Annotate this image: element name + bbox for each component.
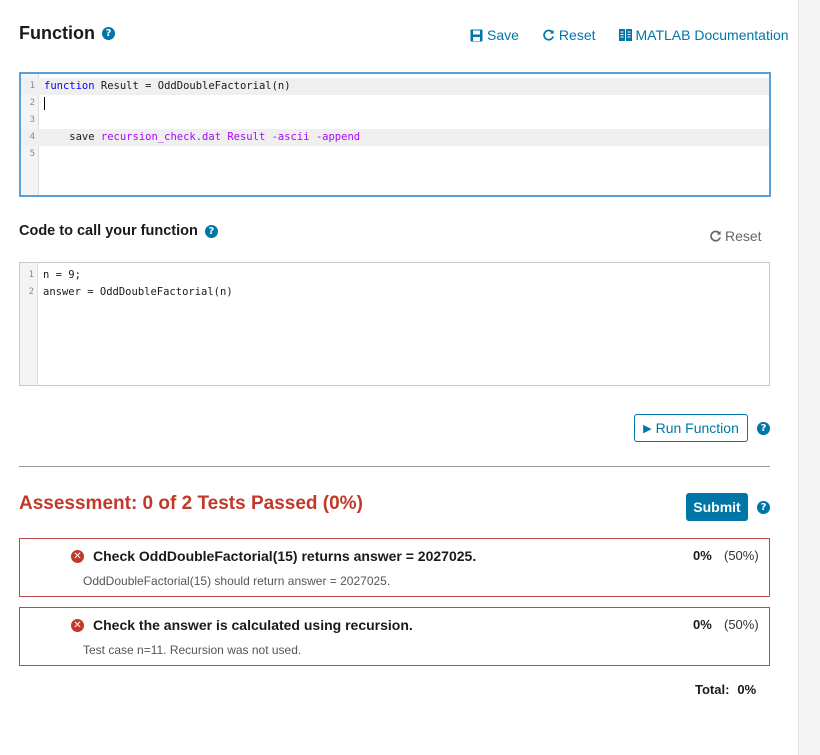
function-toolbar: Save Reset MATLAB Documentation <box>470 27 789 43</box>
test-description: Test case n=11. Recursion was not used. <box>83 643 302 657</box>
function-signature: Result = OddDoubleFactorial(n) <box>94 80 291 92</box>
save-command: save <box>44 131 101 143</box>
fail-icon: ✕ <box>71 619 84 632</box>
code-line-4: 4 save recursion_check.dat Result -ascii… <box>21 129 769 146</box>
text-cursor <box>44 96 45 110</box>
call-header: Code to call your function ? <box>19 223 218 239</box>
matlab-documentation-link[interactable]: MATLAB Documentation <box>618 27 789 43</box>
total-value: 0% <box>737 682 757 697</box>
call-reset-button[interactable]: Reset <box>709 228 762 244</box>
function-keyword: function <box>44 80 95 92</box>
call-code-editor[interactable]: 1 n = 9; 2 answer = OddDoubleFactorial(n… <box>19 262 770 386</box>
code-line-2: 2 <box>21 95 769 112</box>
total-score: Total: 0% <box>695 682 756 697</box>
call-code-line-2: 2 answer = OddDoubleFactorial(n) <box>28 286 233 298</box>
call-title: Code to call your function <box>19 223 198 239</box>
call-help-icon[interactable]: ? <box>204 224 218 238</box>
reset-icon <box>710 230 721 242</box>
total-label: Total: <box>695 682 730 697</box>
documentation-label: MATLAB Documentation <box>635 27 789 43</box>
submit-help-icon[interactable]: ? <box>757 501 770 514</box>
run-help-icon[interactable]: ? <box>757 422 770 435</box>
code-line-5: 5 <box>29 149 35 159</box>
save-button[interactable]: Save <box>470 27 519 43</box>
assessment-title: Assessment: 0 of 2 Tests Passed (0%) <box>19 493 363 514</box>
save-arguments: recursion_check.dat Result -ascii -appen… <box>100 131 361 143</box>
function-code-editor[interactable]: 1 function Result = OddDoubleFactorial(n… <box>19 72 771 197</box>
divider <box>19 466 770 467</box>
save-label: Save <box>487 27 519 43</box>
code-line-1: 1 function Result = OddDoubleFactorial(n… <box>21 78 769 95</box>
test-result-2[interactable]: ✕ Check the answer is calculated using r… <box>19 607 770 666</box>
run-function-button[interactable]: ▶ Run Function <box>634 414 748 442</box>
test-weight: (50%) <box>724 548 759 563</box>
test-score: 0% <box>693 548 712 563</box>
book-icon <box>618 29 632 41</box>
fail-icon: ✕ <box>71 550 84 563</box>
submit-button[interactable]: Submit <box>686 493 748 521</box>
test-description: OddDoubleFactorial(15) should return ans… <box>83 574 391 588</box>
function-help-icon[interactable]: ? <box>101 27 115 40</box>
code-line-3: 3 <box>29 115 35 125</box>
test-title: Check OddDoubleFactorial(15) returns ans… <box>93 548 477 564</box>
page-scrollbar[interactable] <box>798 0 820 755</box>
function-header: Function ? <box>19 23 115 44</box>
reset-label: Reset <box>558 27 596 43</box>
run-function-label: Run Function <box>655 420 739 436</box>
test-score: 0% <box>693 617 712 632</box>
play-icon: ▶ <box>643 422 652 435</box>
reset-button[interactable]: Reset <box>542 27 596 43</box>
function-title: Function <box>19 23 95 43</box>
test-weight: (50%) <box>724 617 759 632</box>
test-title: Check the answer is calculated using rec… <box>93 617 413 633</box>
save-icon <box>470 29 483 41</box>
reset-icon <box>543 29 554 41</box>
call-reset-label: Reset <box>725 228 762 244</box>
test-result-1[interactable]: ✕ Check OddDoubleFactorial(15) returns a… <box>19 538 770 597</box>
call-code-line-1: 1 n = 9; <box>28 269 81 281</box>
